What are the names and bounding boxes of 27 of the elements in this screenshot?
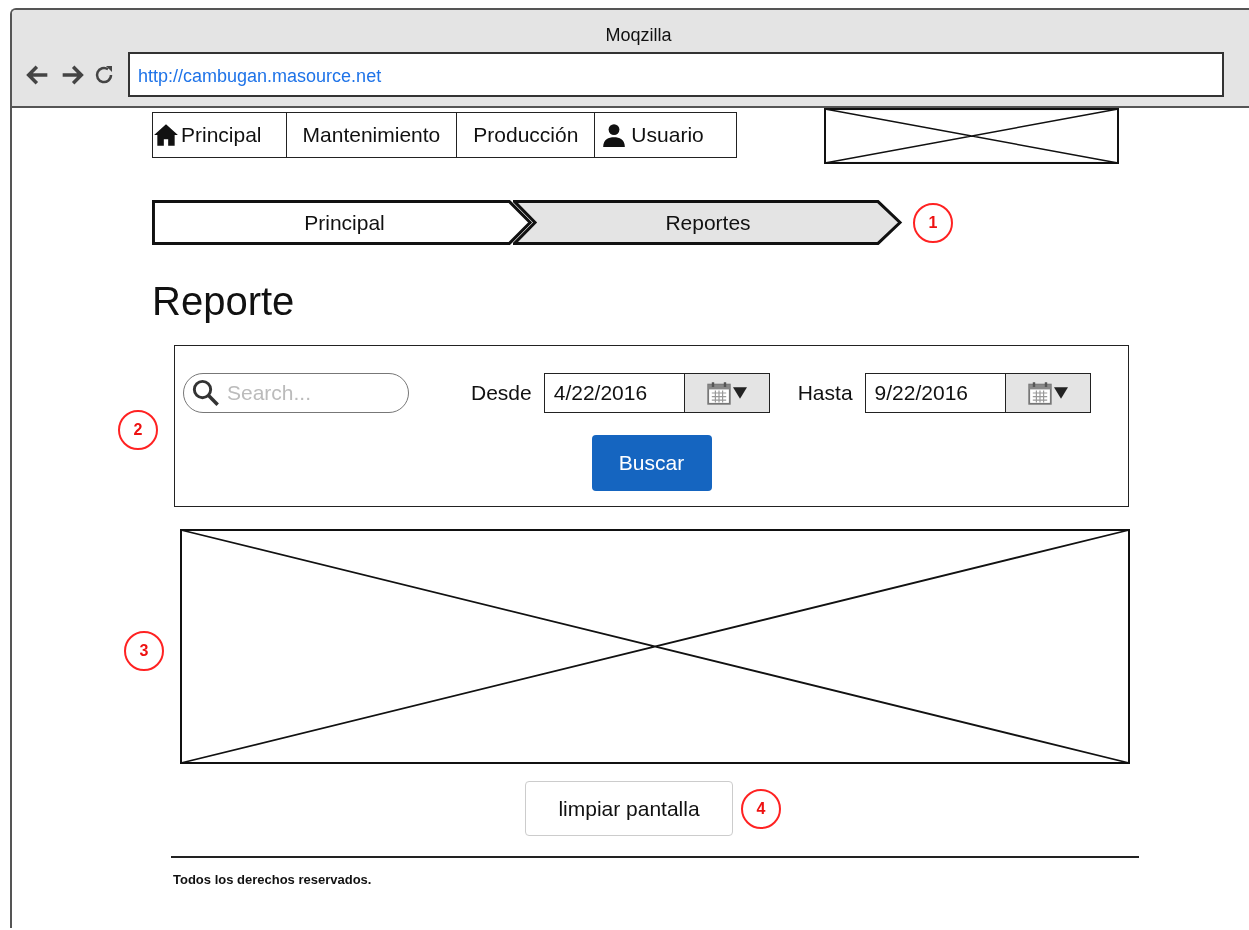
callout-number: 2: [118, 410, 158, 450]
breadcrumb-item[interactable]: Reportes: [513, 200, 903, 245]
clear-button[interactable]: limpiar pantalla: [525, 781, 733, 836]
search-button[interactable]: Buscar: [591, 435, 712, 491]
callout-number: 3: [124, 630, 164, 671]
caret-icon: [732, 387, 747, 399]
nav-tab[interactable]: Principal: [153, 113, 286, 157]
date-label: Hasta: [797, 381, 853, 405]
calendar-icon: [706, 381, 731, 405]
nav-tab[interactable]: Producción: [456, 113, 595, 157]
caret-icon: [1053, 387, 1068, 399]
date-label: Desde: [471, 381, 532, 405]
search-icon: [192, 379, 220, 407]
calendar-button[interactable]: [1005, 374, 1090, 412]
window-title: Moqzilla: [604, 24, 673, 47]
nav-tab[interactable]: Usuario: [594, 113, 736, 157]
home-icon: [153, 122, 179, 148]
callout-number: 1: [913, 202, 953, 243]
calendar-button[interactable]: [684, 374, 769, 412]
calendar-icon: [1027, 381, 1052, 405]
footer-text: Todos los derechos reservados.: [173, 872, 373, 887]
nav-tab[interactable]: Mantenimiento: [285, 113, 457, 157]
page-heading: Reporte: [152, 278, 296, 325]
address-field[interactable]: http://cambugan.masource.net: [128, 52, 1224, 97]
user-icon: [601, 122, 628, 148]
search-field[interactable]: Search...: [183, 373, 409, 413]
callout-number: 4: [741, 788, 781, 829]
